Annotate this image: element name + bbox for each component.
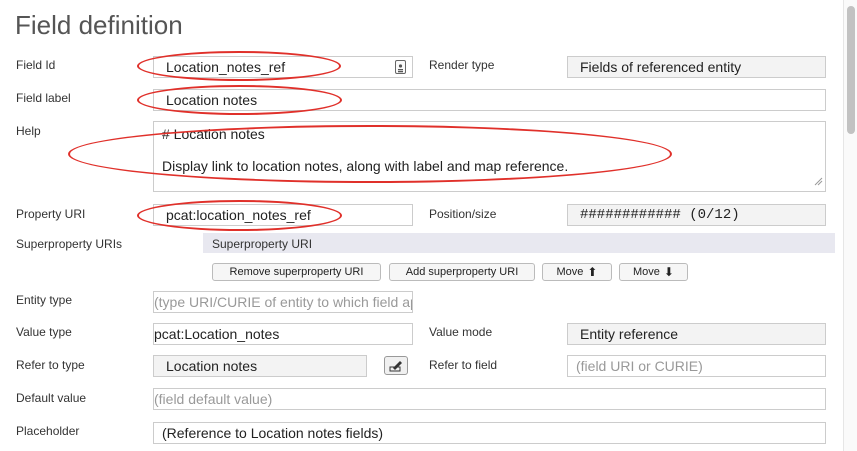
help-label: Help <box>16 124 41 138</box>
value-mode-select[interactable]: Entity reference <box>567 323 826 345</box>
page-title: Field definition <box>15 10 183 40</box>
arrow-down-icon: ⬇ <box>663 265 674 279</box>
resize-grip-icon[interactable] <box>814 173 823 189</box>
position-size-value: ############ (0/12) <box>580 207 740 223</box>
refer-to-type-value: Location notes <box>166 358 258 374</box>
move-up-button[interactable]: Move ⬆ <box>542 263 612 281</box>
field-id-label: Field Id <box>16 58 56 72</box>
help-line-2: Display link to location notes, along wi… <box>162 158 569 174</box>
refer-to-field-input[interactable]: (field URI or CURIE) <box>567 355 826 377</box>
entity-type-input[interactable]: (type URI/CURIE of entity to which field… <box>153 291 413 313</box>
help-textarea[interactable]: # Location notes Display link to locatio… <box>153 121 826 192</box>
move-down-label: Move <box>633 266 660 278</box>
value-type-input[interactable]: pcat:Location_notes <box>153 323 413 345</box>
entity-type-placeholder: (type URI/CURIE of entity to which field… <box>154 294 412 310</box>
help-line-1: # Location notes <box>162 126 265 142</box>
refer-to-type-label: Refer to type <box>16 358 85 372</box>
field-label-value: Location notes <box>166 92 258 108</box>
superproperty-header-bar: Superproperty URI <box>203 233 835 253</box>
value-mode-value: Entity reference <box>580 326 679 342</box>
move-up-label: Move <box>556 266 584 278</box>
placeholder-value: (Reference to Location notes fields) <box>162 425 384 441</box>
position-size-select[interactable]: ############ (0/12) <box>567 204 826 226</box>
refer-to-field-label: Refer to field <box>429 358 498 372</box>
default-value-placeholder: (field default value) <box>154 391 273 407</box>
position-size-label: Position/size <box>429 207 497 221</box>
property-uri-label: Property URI <box>16 207 86 221</box>
default-value-label: Default value <box>16 391 87 405</box>
field-label-input[interactable]: Location notes <box>153 89 826 111</box>
placeholder-label: Placeholder <box>16 424 80 438</box>
move-down-button[interactable]: Move ⬇ <box>619 263 688 281</box>
arrow-up-icon: ⬆ <box>587 265 598 279</box>
refer-to-field-placeholder: (field URI or CURIE) <box>576 358 703 374</box>
superproperty-header: Superproperty URI <box>212 237 313 251</box>
id-card-icon[interactable] <box>395 60 406 74</box>
property-uri-value: pcat:location_notes_ref <box>166 207 311 223</box>
value-type-value: pcat:Location_notes <box>154 326 280 342</box>
property-uri-input[interactable]: pcat:location_notes_ref <box>153 204 413 226</box>
value-type-label: Value type <box>16 325 72 339</box>
entity-type-label: Entity type <box>16 293 73 307</box>
scrollbar-thumb[interactable] <box>847 6 855 134</box>
value-mode-label: Value mode <box>429 325 493 339</box>
scrollbar[interactable] <box>843 0 857 451</box>
placeholder-input[interactable]: (Reference to Location notes fields) <box>153 422 826 444</box>
field-label-label: Field label <box>16 91 71 105</box>
add-superproperty-button[interactable]: Add superproperty URI <box>389 263 535 281</box>
edit-icon[interactable] <box>384 356 408 375</box>
remove-superproperty-button[interactable]: Remove superproperty URI <box>212 263 381 281</box>
default-value-input[interactable]: (field default value) <box>153 388 826 410</box>
field-id-value: Location_notes_ref <box>166 59 286 75</box>
field-id-input[interactable]: Location_notes_ref <box>153 56 413 78</box>
refer-to-type-select[interactable]: Location notes <box>153 355 367 377</box>
render-type-label: Render type <box>429 58 495 72</box>
render-type-select[interactable]: Fields of referenced entity <box>567 56 826 78</box>
render-type-value: Fields of referenced entity <box>580 59 742 75</box>
superproperty-label: Superproperty URIs <box>16 237 123 251</box>
